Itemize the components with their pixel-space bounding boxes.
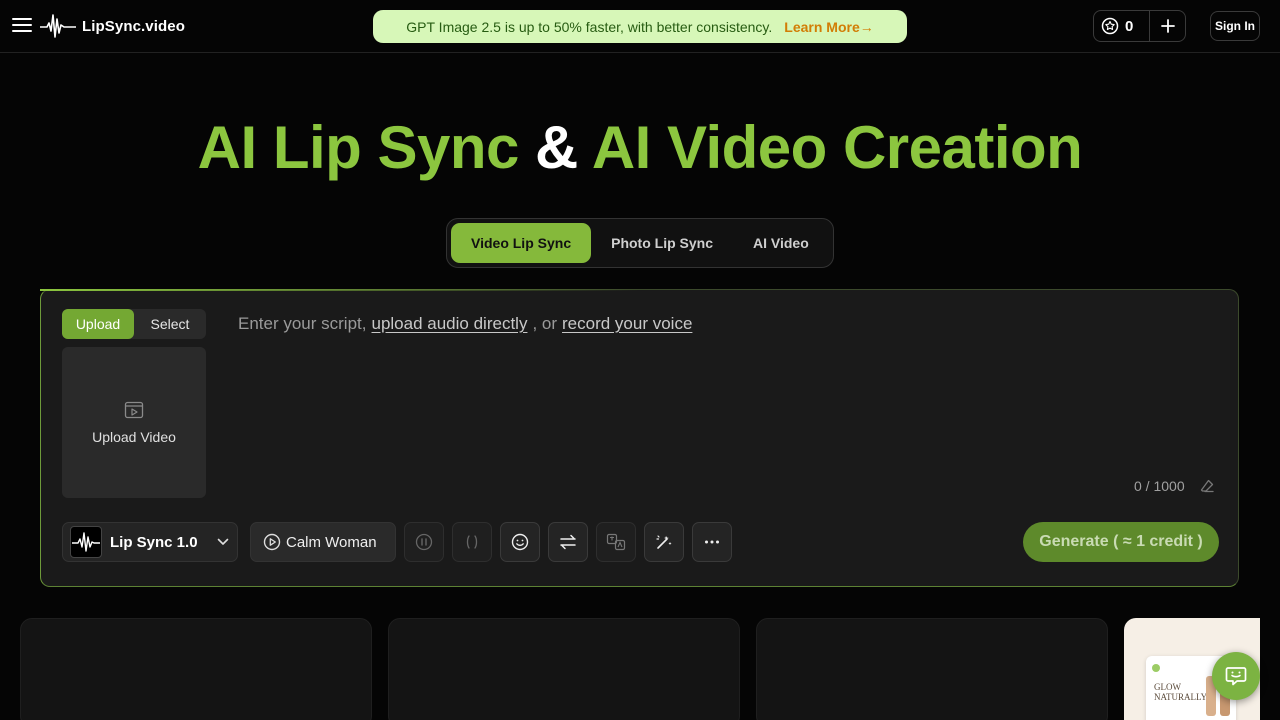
eraser-icon[interactable] — [1199, 478, 1215, 494]
credit-coin-icon — [1101, 17, 1119, 35]
record-voice-link[interactable]: record your voice — [562, 314, 692, 334]
tab-ai-video[interactable]: AI Video — [733, 223, 829, 263]
hero-title: AI Lip Sync & AI Video Creation — [0, 112, 1280, 184]
select-tab[interactable]: Select — [134, 309, 206, 339]
generate-button[interactable]: Generate ( ≈ 1 credit ) — [1023, 522, 1219, 562]
parentheses-icon — [463, 533, 481, 551]
top-header: LipSync.video GPT Image 2.5 is up to 50%… — [0, 0, 1280, 53]
lip-sync-editor: Upload Select Upload Video Enter your sc… — [40, 289, 1239, 587]
script-placeholder-mid: , or — [532, 314, 558, 333]
emotion-button[interactable] — [500, 522, 540, 562]
magic-enhance-button[interactable] — [644, 522, 684, 562]
hero-title-part1: AI Lip Sync — [197, 114, 520, 181]
char-count: 0 / 1000 — [1134, 478, 1185, 494]
hero-title-part2: AI Video Creation — [591, 114, 1083, 181]
upload-audio-link[interactable]: upload audio directly — [372, 314, 528, 334]
tab-photo-lip-sync[interactable]: Photo Lip Sync — [591, 223, 733, 263]
preview-headline: GLOW NATURALLY — [1154, 682, 1207, 702]
char-counter: 0 / 1000 — [1134, 478, 1215, 494]
hero-title-ampersand: & — [535, 114, 578, 181]
model-label: Lip Sync 1.0 — [110, 533, 198, 551]
examples-gallery: GLOW NATURALLY — [0, 618, 1280, 720]
translate-icon — [606, 533, 626, 551]
script-placeholder: Enter your script, — [238, 314, 367, 333]
translate-button[interactable] — [596, 522, 636, 562]
example-card[interactable] — [20, 618, 372, 720]
preview-headline-line1: GLOW — [1154, 682, 1181, 692]
swap-arrows-icon — [559, 533, 577, 551]
chevron-down-icon — [217, 538, 229, 546]
credits-count: 0 — [1125, 17, 1134, 35]
chat-bubble-icon — [1224, 664, 1248, 688]
add-credits-button[interactable] — [1150, 11, 1185, 41]
decor-letter-icon — [1254, 628, 1260, 648]
logo[interactable]: LipSync.video — [40, 11, 185, 41]
source-toggle: Upload Select — [62, 309, 206, 339]
preview-headline-line2: NATURALLY — [1154, 692, 1208, 702]
magic-wand-icon — [655, 533, 673, 551]
parentheses-button[interactable] — [452, 522, 492, 562]
pause-insert-button[interactable] — [404, 522, 444, 562]
credits-widget: 0 — [1093, 10, 1186, 42]
waveform-logo-icon — [40, 11, 76, 41]
promo-text: GPT Image 2.5 is up to 50% faster, with … — [406, 18, 773, 35]
sign-in-button[interactable]: Sign In — [1210, 11, 1260, 41]
logo-text: LipSync.video — [82, 17, 185, 35]
plus-icon — [1160, 19, 1175, 33]
example-card[interactable] — [388, 618, 740, 720]
upload-video-label: Upload Video — [92, 428, 176, 445]
promo-banner[interactable]: GPT Image 2.5 is up to 50% faster, with … — [373, 10, 907, 43]
video-file-icon — [124, 401, 144, 419]
mode-tabs: Video Lip Sync Photo Lip Sync AI Video — [446, 218, 834, 268]
settings-adjust-button[interactable] — [548, 522, 588, 562]
credits-count-button[interactable]: 0 — [1094, 11, 1150, 41]
support-chat-button[interactable] — [1212, 652, 1260, 700]
promo-learn-more-link[interactable]: Learn More→ — [784, 19, 873, 35]
tab-video-lip-sync[interactable]: Video Lip Sync — [451, 223, 592, 263]
upload-video-dropzone[interactable]: Upload Video — [62, 347, 206, 498]
script-input[interactable]: Enter your script, upload audio directly… — [238, 314, 692, 334]
smiley-icon — [511, 533, 529, 551]
voice-select[interactable]: Calm Woman — [250, 522, 396, 562]
model-thumbnail — [70, 526, 102, 558]
example-card[interactable] — [756, 618, 1108, 720]
more-options-button[interactable] — [692, 522, 732, 562]
more-horizontal-icon — [703, 533, 721, 551]
menu-icon[interactable] — [12, 15, 32, 35]
upload-tab[interactable]: Upload — [62, 309, 134, 339]
brand-dot-icon — [1152, 664, 1160, 672]
model-select[interactable]: Lip Sync 1.0 — [62, 522, 238, 562]
pause-icon — [415, 533, 433, 551]
voice-label: Calm Woman — [286, 533, 377, 551]
play-voice-icon[interactable] — [263, 533, 281, 551]
